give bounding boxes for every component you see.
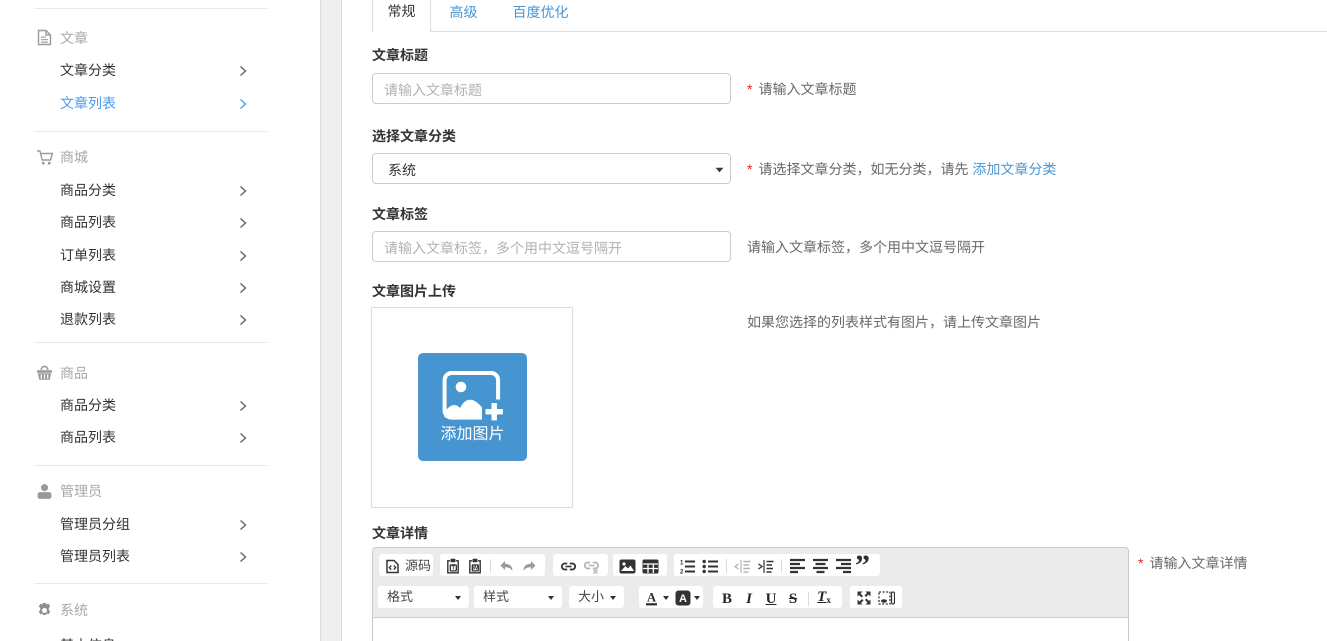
- svg-text:A: A: [647, 591, 656, 605]
- svg-text:1: 1: [680, 560, 684, 566]
- svg-text:W: W: [473, 566, 479, 572]
- svg-text:2: 2: [680, 569, 684, 574]
- svg-text:A: A: [679, 593, 687, 605]
- svg-text:T: T: [452, 566, 456, 572]
